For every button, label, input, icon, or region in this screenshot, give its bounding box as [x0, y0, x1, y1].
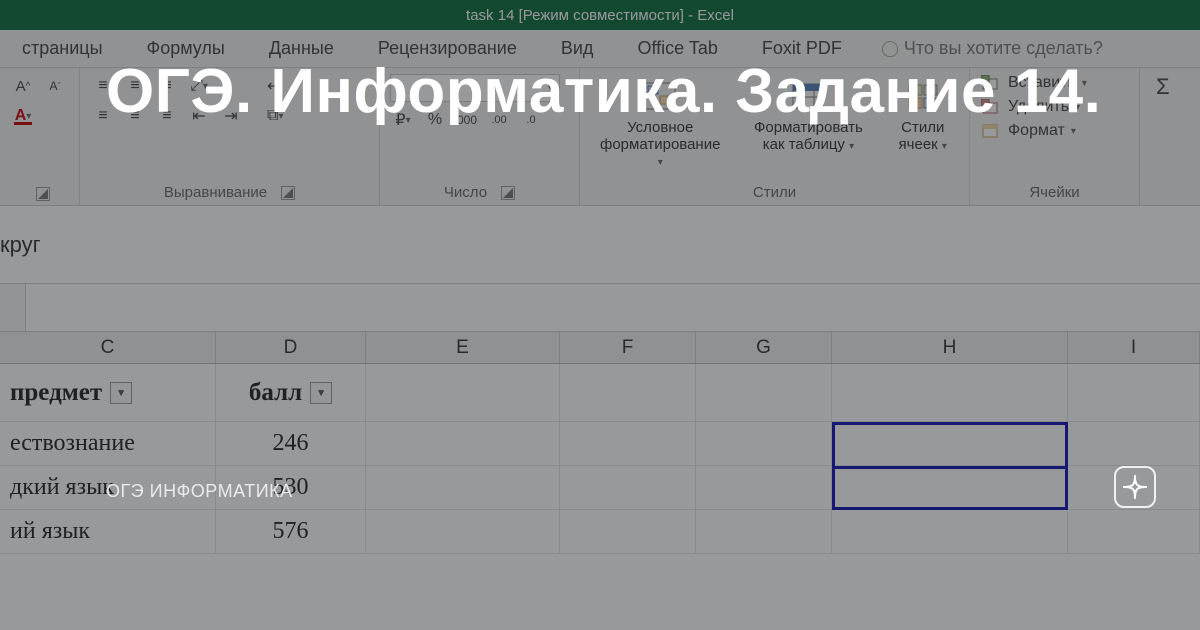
alignment-group-label: Выравнивание [164, 184, 267, 201]
cell[interactable] [560, 466, 696, 510]
filter-icon[interactable]: ▾ [310, 382, 332, 404]
styles-group-label: Стили [753, 184, 796, 201]
cell[interactable] [832, 466, 1068, 510]
cell-header-score[interactable]: балл ▾ [216, 364, 366, 422]
col-header-h[interactable]: H [832, 332, 1068, 363]
font-shrink-button[interactable]: Aˇ [42, 74, 68, 98]
font-dialog-launcher[interactable] [36, 187, 50, 201]
cell[interactable] [696, 466, 832, 510]
alignment-dialog-launcher[interactable] [281, 186, 295, 200]
cell[interactable]: ий язык [0, 510, 216, 554]
column-headers: C D E F G H I [0, 332, 1200, 364]
cell[interactable] [832, 510, 1068, 554]
number-dialog-launcher[interactable] [501, 186, 515, 200]
worksheet[interactable]: предмет ▾ балл ▾ ествознание 246 дкий яз… [0, 364, 1200, 554]
col-header-e[interactable]: E [366, 332, 560, 363]
cell[interactable] [366, 364, 560, 422]
cell[interactable]: ествознание [0, 422, 216, 466]
cells-group-label: Ячейки [1029, 184, 1079, 201]
formula-bar[interactable]: круг [0, 206, 1200, 284]
cell-header-subject[interactable]: предмет ▾ [0, 364, 216, 422]
article-title: ОГЭ. Информатика. Задание 14. [106, 55, 1160, 128]
font-color-button[interactable]: A ▾ [10, 104, 36, 128]
font-grow-button[interactable]: A^ [10, 74, 36, 98]
cell[interactable] [1068, 364, 1200, 422]
filter-icon[interactable]: ▾ [110, 382, 132, 404]
cell[interactable] [696, 364, 832, 422]
cell[interactable] [366, 422, 560, 466]
font-group: A^ Aˇ A ▾ [0, 68, 80, 205]
cell[interactable] [1068, 422, 1200, 466]
zen-platform-icon [1114, 466, 1156, 508]
col-header-c[interactable]: C [0, 332, 216, 363]
article-author: ОГЭ ИНФОРМАТИКА [106, 481, 293, 502]
formula-bar-text: круг [0, 232, 41, 258]
spacer-row [0, 284, 1200, 332]
col-header-g[interactable]: G [696, 332, 832, 363]
cell[interactable] [696, 422, 832, 466]
cell[interactable] [560, 364, 696, 422]
window-titlebar: task 14 [Режим совместимости] - Excel [0, 0, 1200, 30]
cell[interactable] [832, 364, 1068, 422]
col-header-i[interactable]: I [1068, 332, 1200, 363]
cell[interactable] [1068, 510, 1200, 554]
cell[interactable] [560, 510, 696, 554]
cell[interactable] [832, 422, 1068, 466]
cell[interactable] [366, 466, 560, 510]
cell[interactable] [366, 510, 560, 554]
cell[interactable]: 246 [216, 422, 366, 466]
cell[interactable]: 576 [216, 510, 366, 554]
number-group-label: Число [444, 184, 487, 201]
col-header-f[interactable]: F [560, 332, 696, 363]
cell[interactable] [560, 422, 696, 466]
col-header-d[interactable]: D [216, 332, 366, 363]
window-title: task 14 [Режим совместимости] - Excel [466, 7, 734, 24]
cell[interactable] [696, 510, 832, 554]
